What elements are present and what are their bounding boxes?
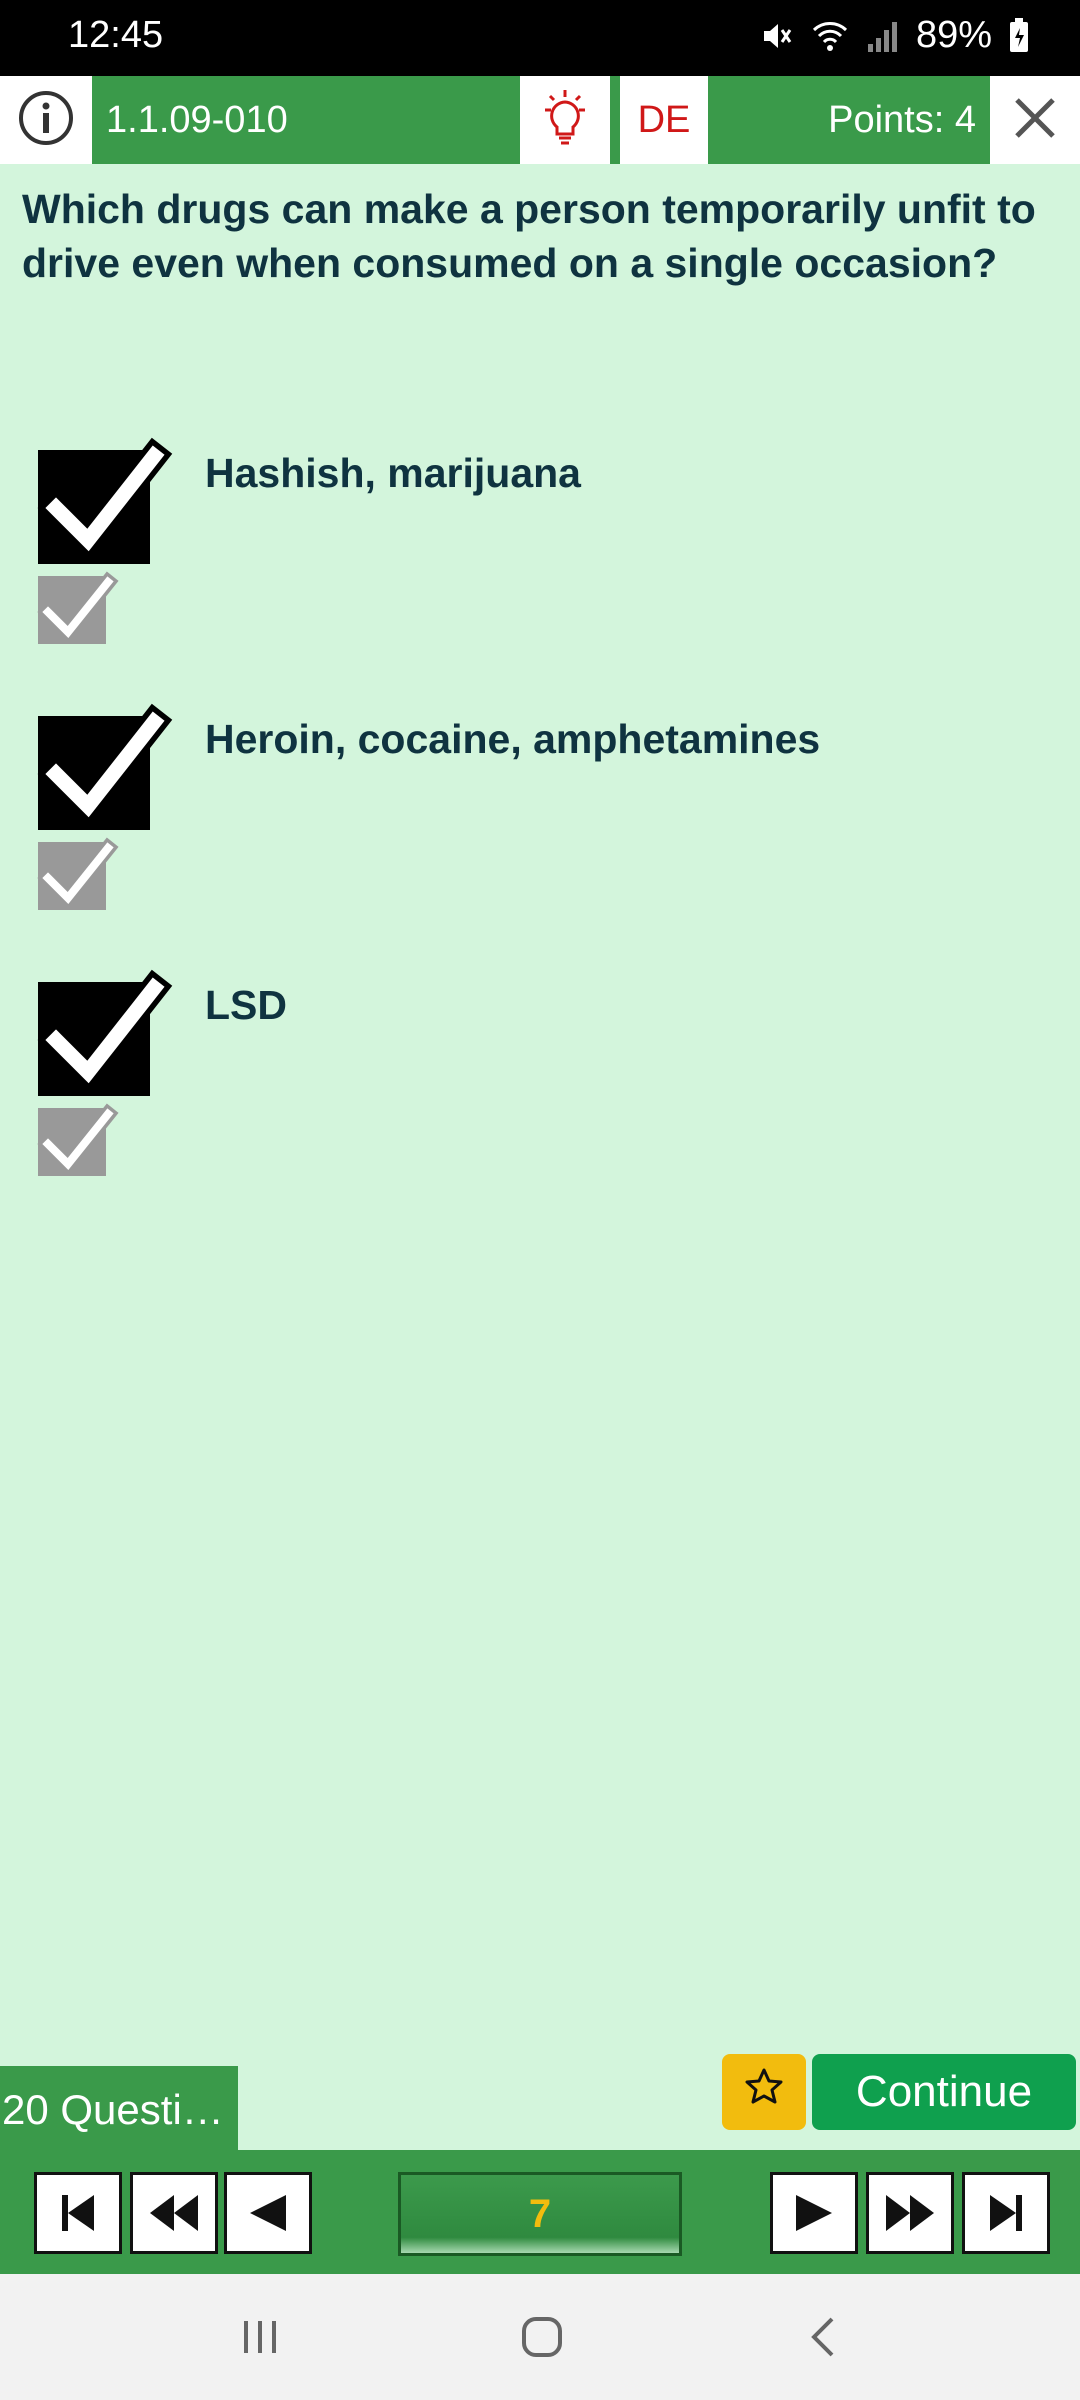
previous-icon	[250, 2195, 286, 2231]
rewind-button[interactable]	[130, 2172, 218, 2254]
questions-tab[interactable]: 20 Questi…	[0, 2066, 238, 2154]
last-button[interactable]	[962, 2172, 1050, 2254]
home-button[interactable]	[482, 2274, 602, 2400]
fast-forward-button[interactable]	[866, 2172, 954, 2254]
rewind-icon	[150, 2195, 198, 2231]
first-icon	[62, 2195, 94, 2231]
answer-option[interactable]: Heroin, cocaine, amphetamines	[0, 703, 1080, 926]
info-button[interactable]	[0, 76, 92, 164]
question-navigation: 7	[0, 2154, 1080, 2274]
checkmark-icon	[37, 969, 173, 1092]
last-icon	[990, 2195, 1022, 2231]
page-indicator[interactable]: 7	[398, 2172, 682, 2256]
back-button[interactable]	[764, 2274, 884, 2400]
battery-percent: 89%	[915, 14, 992, 56]
status-bar: 12:45 89%	[0, 0, 1080, 76]
question-text: Which drugs can make a person temporaril…	[22, 186, 1036, 286]
answer-checkbox[interactable]	[37, 969, 173, 1096]
first-button[interactable]	[34, 2172, 122, 2254]
close-button[interactable]	[990, 76, 1080, 164]
checkmark-icon	[37, 571, 119, 644]
recent-apps-icon	[244, 2321, 276, 2353]
signal-icon	[866, 18, 900, 54]
checkmark-icon	[37, 437, 173, 560]
recent-apps-button[interactable]	[200, 2274, 320, 2400]
answer-label: LSD	[205, 982, 287, 1028]
next-icon	[796, 2195, 832, 2231]
answer-option[interactable]: LSD	[0, 969, 1080, 1192]
next-button[interactable]	[770, 2172, 858, 2254]
continue-button[interactable]: Continue	[812, 2054, 1076, 2130]
bookmark-button[interactable]	[722, 2054, 806, 2130]
wifi-icon	[810, 18, 850, 54]
solution-checkbox	[37, 837, 119, 910]
fast-forward-icon	[886, 2195, 934, 2231]
answer-label: Heroin, cocaine, amphetamines	[205, 716, 821, 762]
language-button[interactable]: DE	[620, 76, 708, 164]
system-navigation-bar	[0, 2274, 1080, 2400]
answer-checkbox[interactable]	[37, 703, 173, 830]
battery-charging-icon	[1008, 17, 1030, 54]
home-icon	[522, 2317, 562, 2357]
checkmark-icon	[37, 837, 119, 910]
question-id: 1.1.09-010	[106, 99, 288, 141]
status-icons: 89%	[758, 14, 1030, 57]
solution-checkbox	[37, 571, 119, 644]
points-label: Points: 4	[828, 99, 976, 141]
back-icon	[811, 2317, 834, 2357]
tip-button[interactable]	[520, 76, 610, 164]
close-icon	[1012, 95, 1058, 146]
answer-checkbox[interactable]	[37, 437, 173, 564]
question-header: 1.1.09-010 DE Points: 4	[0, 76, 1080, 164]
status-time: 12:45	[68, 14, 164, 56]
answer-option[interactable]: Hashish, marijuana	[0, 437, 1080, 660]
answer-label: Hashish, marijuana	[205, 450, 581, 496]
lightbulb-icon	[539, 88, 591, 153]
mute-icon	[758, 18, 794, 54]
previous-button[interactable]	[224, 2172, 312, 2254]
checkmark-icon	[37, 703, 173, 826]
solution-checkbox	[37, 1103, 119, 1176]
checkmark-icon	[37, 1103, 119, 1176]
star-icon	[744, 2067, 784, 2117]
info-icon	[17, 89, 75, 152]
